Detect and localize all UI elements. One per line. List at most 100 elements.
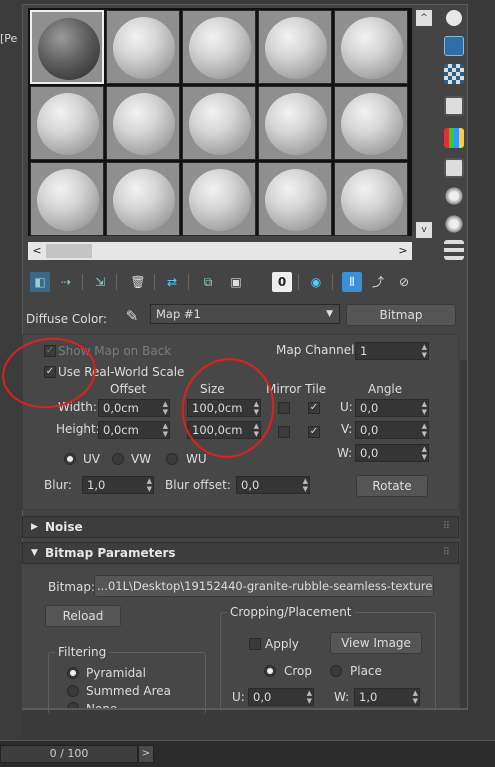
sample-slot[interactable]	[258, 162, 332, 236]
next-frame-button[interactable]: >	[138, 745, 154, 763]
height-label: Height:	[56, 422, 100, 436]
sample-slot[interactable]	[106, 10, 180, 84]
offset-width-spinner[interactable]: 0,0cm ▲ ▼	[98, 399, 170, 417]
map-channel-label: Map Channel:	[276, 343, 359, 357]
sample-sphere	[189, 93, 251, 155]
spinner-arrows-icon: ▲ ▼	[412, 689, 418, 705]
make-unique-icon[interactable]: ⇄	[162, 272, 182, 292]
go-forward-to-sibling-icon[interactable]: ⊘	[394, 272, 414, 292]
angle-w-spinner[interactable]: 0,0 ▲ ▼	[355, 444, 429, 462]
sample-slot[interactable]	[334, 10, 408, 84]
drag-handle-icon[interactable]: ⠿	[443, 517, 450, 537]
pyramidal-label: Pyramidal	[86, 666, 146, 680]
scroll-left-icon[interactable]: <	[28, 242, 46, 260]
place-radio[interactable]	[330, 665, 342, 677]
reset-map-icon[interactable]: 🗑	[128, 272, 148, 292]
show-shaded-map-icon[interactable]: ◉	[306, 272, 326, 292]
background-window-title: [Pe	[0, 32, 18, 45]
sample-slot[interactable]	[258, 10, 332, 84]
options-icon[interactable]	[444, 186, 464, 206]
sample-sphere	[38, 18, 100, 80]
scroll-up-icon[interactable]: ^	[416, 10, 432, 26]
sample-slot[interactable]	[182, 10, 256, 84]
bitmap-parameters-rollout-header[interactable]: ▼ Bitmap Parameters ⠿	[22, 542, 459, 564]
angle-v-value: 0,0	[360, 423, 379, 437]
crop-w-spinner[interactable]: 1,0 ▲ ▼	[354, 688, 420, 706]
sample-type-icon[interactable]	[446, 10, 462, 26]
angle-v-spinner[interactable]: 0,0 ▲ ▼	[355, 421, 429, 439]
scroll-right-icon[interactable]: >	[394, 242, 412, 260]
sample-slot[interactable]	[30, 10, 104, 84]
get-material-icon[interactable]: ◧	[30, 272, 50, 292]
sample-slot[interactable]	[334, 162, 408, 236]
show-end-result-icon[interactable]: ⫴	[342, 272, 362, 292]
assign-to-selection-icon[interactable]: ⇲	[90, 272, 110, 292]
place-label: Place	[350, 664, 382, 678]
bitmap-path-button[interactable]: ...01L\Desktop\19152440-granite-rubble-s…	[94, 575, 434, 597]
tile-v-checkbox[interactable]: ✓	[308, 426, 320, 438]
diffuse-color-label: Diffuse Color:	[26, 312, 108, 326]
sample-sphere	[265, 93, 327, 155]
scroll-down-icon[interactable]: v	[416, 222, 432, 238]
offset-height-spinner[interactable]: 0,0cm ▲ ▼	[98, 421, 170, 439]
material-id-channel-icon[interactable]: ▣	[226, 272, 246, 292]
drag-handle-icon[interactable]: ⠿	[443, 543, 450, 563]
slots-vertical-scrollbar[interactable]: ^ v	[413, 8, 435, 238]
sample-slot[interactable]	[106, 162, 180, 236]
blur-spinner[interactable]: 1,0 ▲ ▼	[82, 476, 154, 494]
cropping-placement-title: Cropping/Placement	[227, 605, 355, 619]
noise-rollout-header[interactable]: ▶ Noise ⠿	[22, 516, 459, 538]
mirror-u-checkbox[interactable]	[278, 402, 290, 414]
map-name-dropdown[interactable]: Map #1 ▼	[150, 304, 340, 324]
crop-radio[interactable]	[264, 665, 276, 677]
spinner-arrows-icon: ▲ ▼	[146, 477, 152, 493]
apply-checkbox[interactable]	[249, 638, 261, 650]
crop-u-value: 0,0	[253, 690, 272, 704]
map-type-button[interactable]: Bitmap	[346, 304, 456, 326]
vw-radio[interactable]	[112, 453, 124, 465]
sample-slot[interactable]	[182, 86, 256, 160]
put-to-library-icon[interactable]: ⧉	[198, 272, 218, 292]
scroll-thumb[interactable]	[46, 244, 92, 258]
backlight-icon[interactable]	[444, 36, 464, 56]
video-color-check-icon[interactable]	[444, 128, 464, 148]
time-slider[interactable]: 0 / 100	[0, 745, 138, 763]
crop-u-spinner[interactable]: 0,0 ▲ ▼	[248, 688, 314, 706]
sample-slot[interactable]	[106, 86, 180, 160]
material-navigator-icon[interactable]	[444, 240, 464, 260]
tile-u-checkbox[interactable]: ✓	[308, 402, 320, 414]
spinner-arrows-icon: ▲ ▼	[302, 477, 308, 493]
sample-uv-tiling-icon[interactable]	[444, 96, 464, 116]
angle-u-spinner[interactable]: 0,0 ▲ ▼	[355, 399, 429, 417]
view-image-button[interactable]: View Image	[330, 632, 422, 654]
sample-slot[interactable]	[258, 86, 332, 160]
map-channel-spinner[interactable]: 1 ▲ ▼	[355, 342, 429, 360]
blur-label: Blur:	[44, 478, 72, 492]
slots-horizontal-scrollbar[interactable]: < >	[28, 242, 412, 260]
mirror-v-checkbox[interactable]	[278, 426, 290, 438]
go-to-parent-icon[interactable]: ⤴	[368, 272, 388, 292]
sample-slot[interactable]	[334, 86, 408, 160]
blur-offset-spinner[interactable]: 0,0 ▲ ▼	[236, 476, 310, 494]
map-channel-button[interactable]: 0	[272, 272, 292, 292]
rotate-button[interactable]: Rotate	[356, 475, 428, 497]
offset-height-value: 0,0cm	[103, 423, 139, 437]
wu-radio[interactable]	[166, 453, 178, 465]
put-to-scene-icon[interactable]: ⇢	[56, 272, 76, 292]
make-preview-icon[interactable]	[444, 158, 464, 178]
pyramidal-radio[interactable]	[67, 667, 79, 679]
sample-sphere	[341, 93, 403, 155]
select-by-material-icon[interactable]	[444, 214, 464, 234]
sample-sphere	[113, 169, 175, 231]
panel-scrollbar[interactable]	[460, 360, 467, 710]
uv-radio[interactable]	[64, 453, 76, 465]
sample-slot[interactable]	[30, 162, 104, 236]
sample-sphere	[113, 17, 175, 79]
sample-slot[interactable]	[30, 86, 104, 160]
sample-slot[interactable]	[182, 162, 256, 236]
reload-button[interactable]: Reload	[45, 605, 121, 627]
eyedropper-icon[interactable]: ✎	[122, 306, 142, 326]
background-checker-icon[interactable]	[444, 64, 464, 84]
summed-area-radio[interactable]	[67, 685, 79, 697]
spinner-arrows-icon: ▲ ▼	[421, 343, 427, 359]
